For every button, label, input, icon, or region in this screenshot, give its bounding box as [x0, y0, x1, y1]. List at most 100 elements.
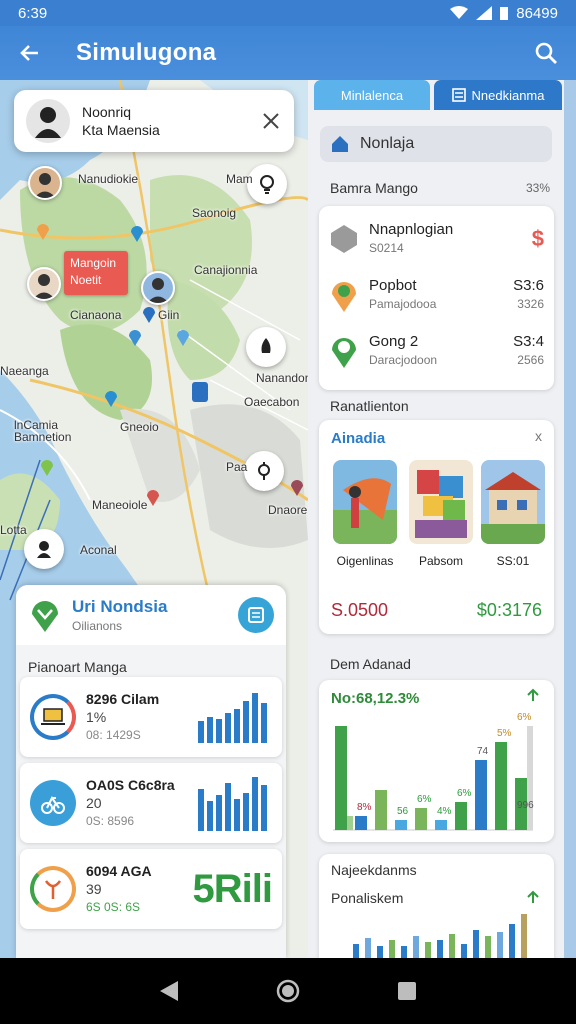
home-button-icon[interactable] [275, 978, 301, 1004]
map-pin-icon[interactable] [290, 478, 304, 496]
map-pin-icon[interactable] [36, 222, 50, 240]
summary-card: Najeekdanms Ponaliskem [319, 854, 554, 958]
chart-bar [347, 816, 353, 830]
chart-data-label: 56 [397, 806, 409, 817]
chart-bar [435, 820, 447, 830]
left-panel: Uri Nondsia Oilianons Pianoart Manga 829… [16, 585, 286, 959]
app-title: Simulugona [76, 39, 217, 66]
list-item-amount-sub: 3326 [517, 297, 544, 311]
chart-bar [375, 790, 387, 830]
map-action-button[interactable] [246, 327, 286, 367]
summary-subtitle: Ponaliskem [331, 890, 404, 906]
user-avatar-pin[interactable] [28, 166, 62, 200]
user-pin-icon [37, 541, 51, 558]
mini-bar-chart [353, 914, 527, 958]
user-avatar-pin[interactable] [27, 267, 61, 301]
search-title: Nonlaja [360, 135, 415, 152]
stat-title: 8296 Cilam [86, 691, 160, 707]
stat-card[interactable]: OA0S C6c8ra 20 0S: 8596 [20, 763, 282, 843]
search-row[interactable]: Nonlaja [320, 126, 552, 162]
building-marker[interactable] [192, 382, 208, 402]
map-label: Maneoiole [92, 498, 148, 512]
list-item-title: Popbot [369, 277, 417, 294]
map-label: Gneoio [120, 420, 159, 434]
stat-sub: 0S: 8596 [86, 814, 135, 828]
map-action-button[interactable] [247, 164, 287, 204]
status-icons: 86499 [450, 5, 558, 22]
media-thumbnail[interactable] [409, 460, 473, 544]
map-action-button[interactable] [244, 451, 284, 491]
chart-data-label: 8% [357, 802, 372, 813]
location-pin-icon [329, 278, 359, 312]
tab-right[interactable]: Nnedkianma [434, 80, 562, 110]
section-value: 33% [525, 181, 550, 195]
chart-bar [355, 816, 367, 830]
user-avatar-pin[interactable] [141, 271, 175, 305]
left-panel-subtitle: Oilianons [72, 619, 123, 633]
stat-title: OA0S C6c8ra [86, 777, 175, 793]
map-pin-icon[interactable] [146, 488, 160, 506]
media-thumbnail[interactable] [481, 460, 545, 544]
search-icon[interactable] [534, 41, 558, 65]
location-pin-icon [329, 334, 359, 368]
left-panel-title: Uri Nondsia [72, 597, 168, 616]
map-pin-icon[interactable] [128, 328, 142, 346]
recents-icon[interactable] [396, 980, 418, 1002]
map-label: Oaecabon [244, 395, 300, 409]
chart-bar [527, 726, 533, 830]
chart-data-label: 5% [497, 728, 512, 739]
stat-card[interactable]: 8296 Cilam 1% 08: 1429S [20, 677, 282, 757]
media-card: Ainadia x Oigenlinas Pabsom SS:01 S.0500… [319, 420, 554, 634]
chart-data-label: 6% [457, 788, 472, 799]
list-item-sub: Daracjodoon [369, 353, 438, 367]
close-icon[interactable] [260, 110, 282, 132]
lightbulb-icon [260, 175, 274, 194]
chart-data-label: 74 [477, 746, 489, 757]
back-arrow-icon[interactable] [18, 41, 42, 65]
tab-left[interactable]: Minlalenca [314, 80, 430, 110]
chart-bar [455, 802, 467, 830]
mini-bar-chart [198, 777, 267, 831]
media-label: Oigenlinas [336, 554, 394, 568]
stat-card[interactable]: 6094 AGA 39 6S 0S: 6S 5Rili [20, 849, 282, 929]
list-item[interactable]: Gong 2 Daracjodoon S3:4 2566 [329, 326, 544, 376]
chart-card: No:68,12.3% 8% 56 6% 4% 6% 74 5% 6% 996 [319, 680, 554, 842]
signal-icon [476, 6, 493, 20]
mini-bar-chart [198, 693, 267, 743]
map-label: Paa [226, 460, 248, 474]
list-item[interactable]: Nnapnlogian S0214 $ [329, 214, 544, 264]
stat-sub: 6S 0S: 6S [86, 900, 141, 914]
media-thumbnail[interactable] [333, 460, 397, 544]
stat-value: 39 [86, 881, 102, 897]
close-icon[interactable]: x [535, 428, 542, 444]
list-item[interactable]: Popbot Pamajodooa S3:6 3326 [329, 270, 544, 320]
list-item-amount: $ [531, 226, 544, 251]
chart-bar [415, 808, 427, 830]
back-icon[interactable] [158, 979, 180, 1003]
map-label: Nanudiokie [78, 172, 139, 186]
map-pin-icon[interactable] [142, 305, 156, 323]
battery-text: 86499 [516, 4, 558, 22]
bicycle-icon [30, 780, 76, 826]
location-tag[interactable]: Mangoin Noetit [64, 251, 128, 295]
map-pin-icon[interactable] [176, 328, 190, 346]
map-pin-icon[interactable] [130, 224, 144, 242]
list-card: Nnapnlogian S0214 $ Popbot Pamajodooa S3:6… [319, 206, 554, 390]
avatar [26, 99, 70, 143]
user-sub: Kta Maensia [82, 122, 160, 138]
big-value: 5Rili [192, 866, 273, 911]
map-action-button[interactable] [24, 529, 64, 569]
map-label: Aconal [80, 543, 117, 557]
chart-bar [495, 742, 507, 830]
person-icon [30, 168, 60, 198]
map-pin-icon[interactable] [40, 458, 54, 476]
media-label: Pabsom [418, 554, 464, 568]
location-pin-icon [32, 601, 58, 632]
map-pin-icon[interactable] [104, 389, 118, 407]
list-item-sub: S0214 [369, 241, 404, 255]
chart-bar [475, 760, 487, 830]
user-card[interactable]: Noonriq Kta Maensia [14, 90, 294, 152]
map-label: Canajionnia [194, 263, 258, 277]
tree-icon [30, 866, 76, 912]
panel-action-button[interactable] [238, 597, 274, 633]
